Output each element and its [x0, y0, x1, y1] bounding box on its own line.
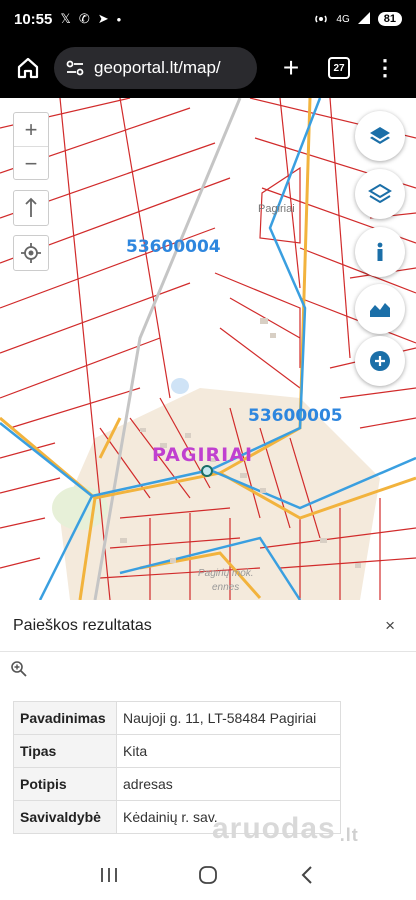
attr-key: Tipas: [13, 734, 117, 768]
back-chevron-icon: [301, 866, 312, 884]
search-result-panel: Paieškos rezultatas × Pavadinimas Naujoj…: [0, 600, 416, 850]
area-chart-icon: [370, 303, 390, 317]
zoom-out-button[interactable]: −: [14, 147, 48, 181]
telegram-icon: ➤: [97, 11, 109, 26]
info-button[interactable]: [355, 227, 405, 277]
status-time: 10:55: [14, 10, 53, 28]
elevation-profile-button[interactable]: [355, 284, 405, 334]
dot-icon: •: [116, 11, 122, 27]
attr-value: adresas: [116, 767, 341, 801]
home-icon: [17, 57, 39, 79]
table-row: Pavadinimas Naujoji g. 11, LT-58484 Pagi…: [13, 701, 341, 735]
village-label-small: Pagiriai: [258, 203, 295, 215]
north-arrow-button[interactable]: [13, 190, 49, 226]
home-button[interactable]: [10, 50, 46, 86]
north-arrow-icon: [25, 197, 37, 217]
home-circle-icon: [199, 866, 217, 884]
info-icon: [377, 242, 383, 261]
tab-count: 27: [328, 57, 350, 79]
more-tools-button[interactable]: [355, 336, 405, 386]
status-bar: 10:55 𝕏 ✆ ➤ • 4G 81: [0, 0, 416, 38]
battery-level: 81: [377, 12, 402, 26]
basemap-layers-button[interactable]: [355, 111, 405, 161]
zoom-to-result-button[interactable]: [10, 660, 28, 683]
panel-title: Paieškos rezultatas: [13, 616, 152, 634]
table-row: Tipas Kita: [13, 734, 341, 768]
layers-outline-icon: [368, 183, 392, 204]
thematic-layers-button[interactable]: [355, 169, 405, 219]
back-button[interactable]: [287, 860, 327, 890]
layers-icon: [370, 127, 390, 144]
url-bar[interactable]: geoportal.lt/map/: [54, 47, 257, 89]
map-canvas[interactable]: 53600004 53600005 PAGIRIAI Pagiriai Pagi…: [0, 98, 416, 600]
crosshair-icon: [21, 243, 41, 263]
attr-key: Potipis: [13, 767, 117, 801]
village-label-main: PAGIRIAI: [152, 444, 254, 466]
parcel-label-1: 53600004: [126, 237, 221, 257]
parcel-label-2: 53600005: [248, 406, 343, 426]
plus-circle-icon: [370, 351, 390, 371]
water-area: [171, 378, 189, 394]
locate-me-button[interactable]: [13, 235, 49, 271]
signal-icon: [357, 11, 371, 28]
zoom-in-magnifier-icon: [11, 660, 27, 677]
home-nav-button[interactable]: [188, 860, 228, 890]
map-drawing: [0, 98, 416, 600]
url-text: geoportal.lt/map/: [94, 58, 221, 77]
attr-key: Pavadinimas: [13, 701, 117, 735]
site-settings-icon: [66, 60, 84, 76]
network-type: 4G: [336, 13, 350, 25]
zoom-control: + −: [13, 112, 49, 180]
aruodas-watermark: aruodas .lt: [212, 812, 359, 846]
x-app-icon: 𝕏: [60, 11, 71, 26]
attr-value: Naujoji g. 11, LT-58484 Pagiriai: [116, 701, 341, 735]
recent-apps-icon: [101, 868, 118, 882]
watermark-tld: .lt: [339, 825, 359, 845]
attr-key: Savivaldybė: [13, 800, 117, 834]
panel-toolbar: [0, 652, 416, 690]
location-marker: [201, 465, 213, 477]
browser-menu-button[interactable]: ⋮: [365, 48, 405, 88]
close-panel-button[interactable]: ×: [377, 612, 403, 640]
tab-switcher-button[interactable]: 27: [319, 48, 359, 88]
place-label-1: Pagirių mok.: [198, 568, 254, 579]
watermark-brand: aruodas: [212, 812, 336, 845]
place-label-2: ennes: [212, 582, 240, 593]
missed-call-icon: ✆: [78, 11, 90, 26]
hotspot-icon: [313, 11, 329, 28]
recent-apps-button[interactable]: [89, 860, 129, 890]
new-tab-button[interactable]: +: [271, 48, 311, 88]
system-nav-bar: [0, 850, 416, 900]
browser-toolbar: geoportal.lt/map/ + 27 ⋮: [0, 38, 416, 98]
zoom-in-button[interactable]: +: [14, 113, 48, 147]
attr-value: Kita: [116, 734, 341, 768]
table-row: Potipis adresas: [13, 767, 341, 801]
panel-header: Paieškos rezultatas ×: [0, 600, 416, 652]
